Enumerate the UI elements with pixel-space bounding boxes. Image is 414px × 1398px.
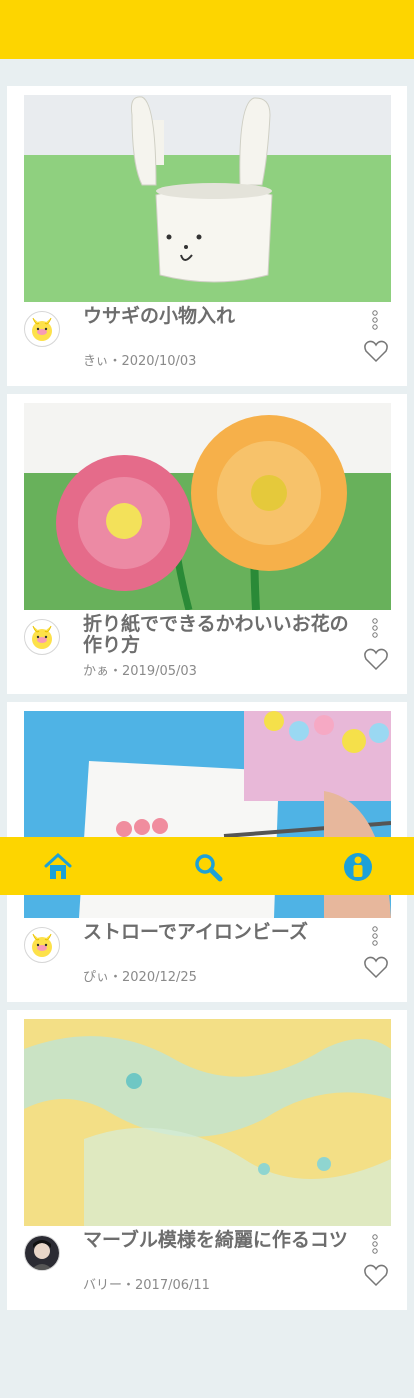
author-avatar[interactable] bbox=[24, 311, 60, 347]
post-meta: きぃ・2020/10/03 bbox=[83, 354, 197, 369]
heart-icon[interactable] bbox=[363, 647, 389, 671]
author-avatar[interactable] bbox=[24, 619, 60, 655]
chick-avatar-icon bbox=[32, 625, 52, 649]
heart-icon[interactable] bbox=[363, 955, 389, 979]
author-avatar[interactable] bbox=[24, 1235, 60, 1271]
post-title[interactable]: ウサギの小物入れ bbox=[83, 306, 365, 327]
post-thumbnail[interactable] bbox=[24, 403, 391, 610]
bottom-navigation bbox=[0, 837, 414, 895]
chick-avatar-icon bbox=[32, 317, 52, 341]
more-options-icon[interactable] bbox=[367, 617, 383, 639]
search-icon[interactable] bbox=[192, 851, 224, 883]
more-options-icon[interactable] bbox=[367, 1233, 383, 1255]
post-title[interactable]: ストローでアイロンビーズ bbox=[83, 922, 365, 943]
origami-flowers-photo bbox=[24, 403, 391, 610]
marble-pattern-photo bbox=[24, 1019, 391, 1226]
post-title[interactable]: マーブル模様を綺麗に作るコツ bbox=[83, 1230, 365, 1251]
post-thumbnail[interactable] bbox=[24, 1019, 391, 1226]
more-options-icon[interactable] bbox=[367, 925, 383, 947]
post-card[interactable]: 折り紙でできるかわいいお花の作り方 かぁ・2019/05/03 bbox=[7, 394, 407, 694]
post-card[interactable]: ウサギの小物入れ きぃ・2020/10/03 bbox=[7, 86, 407, 386]
post-meta: ぴぃ・2020/12/25 bbox=[83, 970, 197, 985]
post-title[interactable]: 折り紙でできるかわいいお花の作り方 bbox=[83, 614, 365, 656]
more-options-icon[interactable] bbox=[367, 309, 383, 331]
chick-avatar-icon bbox=[32, 933, 52, 957]
rabbit-paper-cup-photo bbox=[24, 95, 391, 302]
post-card[interactable]: マーブル模様を綺麗に作るコツ バリー・2017/06/11 bbox=[7, 1010, 407, 1310]
character-avatar-icon bbox=[25, 1236, 59, 1270]
author-avatar[interactable] bbox=[24, 927, 60, 963]
home-icon[interactable] bbox=[42, 851, 74, 883]
post-thumbnail[interactable] bbox=[24, 95, 391, 302]
top-app-bar bbox=[0, 0, 414, 59]
post-meta: かぁ・2019/05/03 bbox=[83, 664, 197, 679]
post-meta: バリー・2017/06/11 bbox=[83, 1278, 210, 1293]
user-icon[interactable] bbox=[342, 851, 374, 883]
heart-icon[interactable] bbox=[363, 339, 389, 363]
heart-icon[interactable] bbox=[363, 1263, 389, 1287]
